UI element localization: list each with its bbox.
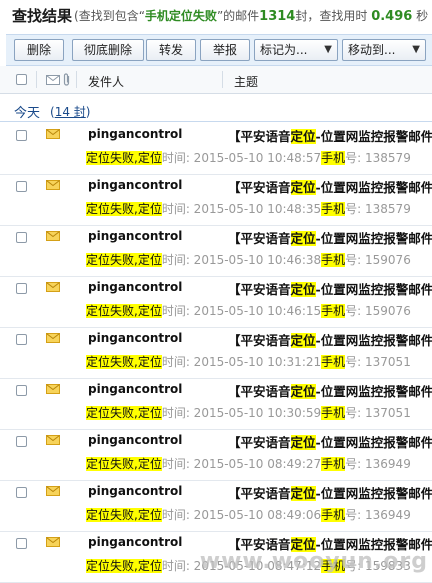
column-divider: [76, 71, 77, 88]
mail-subject[interactable]: 【平安语音定位-位置网监控报警邮件: [228, 279, 432, 298]
envelope-icon: [46, 231, 60, 241]
group-count: (14 封): [50, 105, 91, 119]
mail-row[interactable]: pingancontrol 【平安语音定位-位置网监控报警邮件定位失败,定位时间:…: [0, 123, 432, 175]
mail-subject[interactable]: 【平安语音定位-位置网监控报警邮件: [228, 330, 432, 349]
mail-row[interactable]: pingancontrol 【平安语音定位-位置网监控报警邮件定位失败,定位时间:…: [0, 225, 432, 277]
mail-subject[interactable]: 【平安语音定位-位置网监控报警邮件: [228, 432, 432, 451]
search-result-header: 查找结果 (查找到包含“手机定位失败”的邮件1314封，查找用时 0.496 秒: [0, 0, 432, 30]
mail-row[interactable]: pingancontrol 【平安语音定位-位置网监控报警邮件定位失败,定位时间:…: [0, 276, 432, 328]
mail-sender[interactable]: pingancontrol: [88, 433, 182, 447]
envelope-icon: [46, 333, 60, 343]
mail-preview: 定位失败,定位时间: 2015-05-10 10:31:21手机号: 13705…: [86, 355, 411, 369]
mail-sender[interactable]: pingancontrol: [88, 331, 182, 345]
mail-checkbox[interactable]: [16, 283, 27, 294]
envelope-icon: [46, 435, 60, 445]
column-divider: [222, 71, 223, 88]
mail-sender[interactable]: pingancontrol: [88, 127, 182, 141]
mail-preview: 定位失败,定位时间: 2015-05-10 10:30:59手机号: 13705…: [86, 406, 411, 420]
envelope-icon: [46, 486, 60, 496]
envelope-icon: [46, 180, 60, 190]
envelope-icon: [46, 384, 60, 394]
mail-checkbox[interactable]: [16, 487, 27, 498]
mail-row[interactable]: pingancontrol 【平安语音定位-位置网监控报警邮件定位失败,定位时间:…: [0, 174, 432, 226]
envelope-icon: [46, 537, 60, 547]
mail-row[interactable]: pingancontrol 【平安语音定位-位置网监控报警邮件定位失败,定位时间:…: [0, 327, 432, 379]
mark-as-select[interactable]: 标记为... ▼: [254, 39, 338, 61]
mail-checkbox[interactable]: [16, 130, 27, 141]
delete-permanently-button[interactable]: 彻底删除: [72, 39, 144, 61]
mail-preview: 定位失败,定位时间: 2015-05-10 08:49:06手机号: 13694…: [86, 508, 411, 522]
delete-button[interactable]: 删除: [14, 39, 64, 61]
watermark: www.wooyun.org: [199, 549, 428, 574]
mail-checkbox[interactable]: [16, 334, 27, 345]
mail-checkbox[interactable]: [16, 436, 27, 447]
toolbar: 删除 彻底删除 转发 举报 标记为... ▼ 移动到... ▼: [6, 34, 432, 66]
mail-row[interactable]: pingancontrol 【平安语音定位-位置网监控报警邮件定位失败,定位时间:…: [0, 378, 432, 430]
mail-preview: 定位失败,定位时间: 2015-05-10 10:48:35手机号: 13857…: [86, 202, 411, 216]
column-divider: [36, 71, 37, 88]
paperclip-icon: [63, 73, 70, 86]
group-count-link[interactable]: 14 封: [55, 105, 86, 119]
mail-subject[interactable]: 【平安语音定位-位置网监控报警邮件: [228, 228, 432, 247]
mail-subject[interactable]: 【平安语音定位-位置网监控报警邮件: [228, 483, 432, 502]
mail-preview: 定位失败,定位时间: 2015-05-10 08:49:27手机号: 13694…: [86, 457, 411, 471]
mail-subject[interactable]: 【平安语音定位-位置网监控报警邮件: [228, 381, 432, 400]
mail-checkbox[interactable]: [16, 538, 27, 549]
chevron-down-icon: ▼: [324, 44, 332, 55]
column-subject[interactable]: 主题: [234, 73, 258, 90]
select-all-checkbox[interactable]: [16, 74, 27, 85]
mail-preview: 定位失败,定位时间: 2015-05-10 10:46:15手机号: 15907…: [86, 304, 411, 318]
mail-checkbox[interactable]: [16, 232, 27, 243]
column-sender[interactable]: 发件人: [88, 73, 124, 90]
page-title: 查找结果: [12, 6, 73, 25]
mail-checkbox[interactable]: [16, 385, 27, 396]
search-keyword: 手机定位失败: [144, 8, 217, 23]
mail-row[interactable]: pingancontrol 【平安语音定位-位置网监控报警邮件定位失败,定位时间:…: [0, 480, 432, 532]
move-to-select[interactable]: 移动到... ▼: [342, 39, 426, 61]
mail-sender[interactable]: pingancontrol: [88, 178, 182, 192]
mail-preview: 定位失败,定位时间: 2015-05-10 10:48:57手机号: 13857…: [86, 151, 411, 165]
search-summary: (查找到包含“手机定位失败”的邮件1314封，查找用时 0.496 秒: [74, 8, 429, 24]
mail-row[interactable]: pingancontrol 【平安语音定位-位置网监控报警邮件定位失败,定位时间:…: [0, 429, 432, 481]
mail-sender[interactable]: pingancontrol: [88, 229, 182, 243]
forward-button[interactable]: 转发: [146, 39, 196, 61]
mail-sender[interactable]: pingancontrol: [88, 280, 182, 294]
group-label: 今天: [14, 106, 41, 121]
mark-as-label: 标记为...: [260, 43, 308, 57]
mail-sender[interactable]: pingancontrol: [88, 535, 182, 549]
envelope-icon: [46, 282, 60, 292]
report-button[interactable]: 举报: [200, 39, 250, 61]
mail-sender[interactable]: pingancontrol: [88, 382, 182, 396]
mail-sender[interactable]: pingancontrol: [88, 484, 182, 498]
date-group-today: 今天 (14 封): [0, 97, 432, 122]
search-time: 0.496: [371, 8, 413, 24]
result-count: 1314: [259, 8, 296, 24]
chevron-down-icon: ▼: [412, 44, 420, 55]
envelope-icon: [46, 129, 60, 139]
move-to-label: 移动到...: [348, 43, 396, 57]
mail-preview: 定位失败,定位时间: 2015-05-10 10:46:38手机号: 15907…: [86, 253, 411, 267]
column-header: 发件人 主题: [0, 66, 432, 94]
mail-checkbox[interactable]: [16, 181, 27, 192]
mail-subject[interactable]: 【平安语音定位-位置网监控报警邮件: [228, 177, 432, 196]
mail-subject[interactable]: 【平安语音定位-位置网监控报警邮件: [228, 126, 432, 145]
envelope-icon: [46, 75, 60, 85]
